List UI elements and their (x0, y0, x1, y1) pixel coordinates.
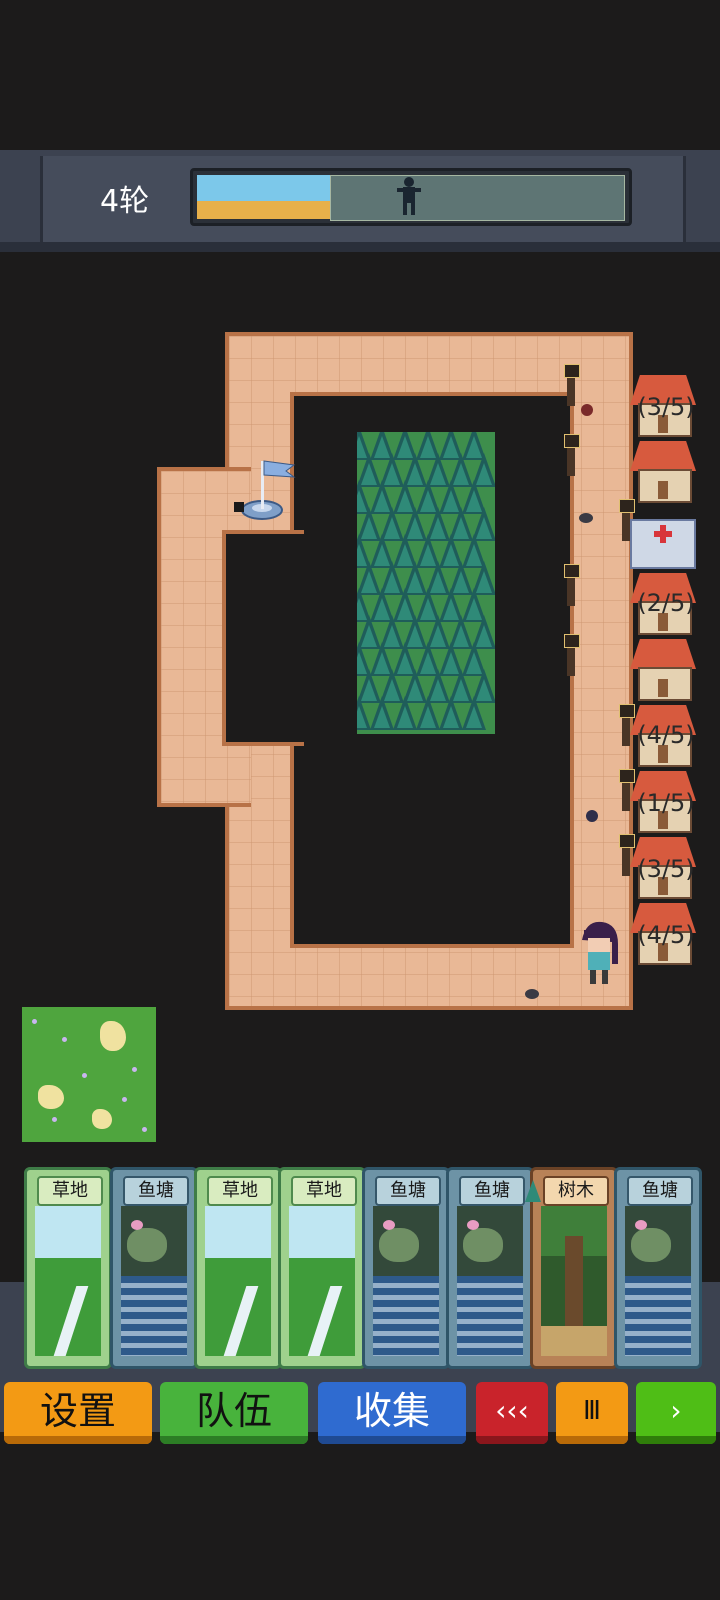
card-grassland[interactable]: 草地 (194, 1167, 282, 1369)
lamp-post-icon (564, 564, 580, 606)
lamp-post-icon (619, 704, 635, 746)
lamp-post-icon (619, 499, 635, 541)
flag-icon (241, 460, 296, 520)
card-title: 草地 (291, 1176, 357, 1206)
play-button[interactable]: › (636, 1382, 716, 1444)
pine-tree-icon (393, 696, 417, 730)
card-title: 鱼塘 (375, 1176, 441, 1206)
card-woods[interactable]: 树木 (525, 1167, 618, 1369)
card-art (289, 1206, 355, 1356)
progress-fill (197, 175, 330, 219)
round-counter: 4轮 (100, 184, 150, 219)
progress-remaining (330, 175, 625, 221)
lamp-post-icon (564, 634, 580, 676)
card-art (373, 1206, 439, 1356)
pine-tree-icon (439, 696, 463, 730)
player-character-icon (582, 921, 618, 984)
path-inner-notch (222, 530, 304, 746)
card-grassland[interactable]: 草地 (24, 1167, 112, 1369)
lamp-post-icon (564, 364, 580, 406)
house-counter: (1/5) (637, 789, 695, 817)
card-art (625, 1206, 691, 1356)
card-grassland[interactable]: 草地 (278, 1167, 366, 1369)
pause-icon: Ⅲ (583, 1396, 601, 1426)
card-fish-pond[interactable]: 鱼塘 (362, 1167, 450, 1369)
enemy-icon (581, 404, 593, 416)
play-icon: › (670, 1394, 682, 1427)
card-art (457, 1206, 523, 1356)
card-art (205, 1206, 271, 1356)
selected-grass-tile[interactable] (22, 1007, 156, 1142)
card-art (35, 1206, 101, 1356)
pine-tree-icon (357, 696, 371, 730)
settings-button[interactable]: 设置 (4, 1382, 152, 1444)
card-art (121, 1206, 187, 1356)
enemy-icon (579, 513, 593, 523)
pine-tree-icon (462, 696, 486, 730)
pause-button[interactable]: Ⅲ (556, 1382, 628, 1444)
town-strip: (3/5) (2/5) (4/5) (1/5) (3/5) (4/5) (630, 375, 698, 1005)
house-counter: (3/5) (637, 393, 695, 421)
team-button-label: 队伍 (195, 1389, 272, 1433)
house-counter: (2/5) (637, 589, 695, 617)
card-title: 草地 (207, 1176, 273, 1206)
progress-sky (197, 175, 330, 201)
card-fish-pond[interactable]: 鱼塘 (446, 1167, 534, 1369)
team-button[interactable]: 队伍 (160, 1382, 308, 1444)
settings-button-label: 设置 (39, 1389, 116, 1433)
collect-button-label: 收集 (353, 1389, 430, 1433)
enemy-icon (525, 989, 539, 999)
enemy-icon (234, 502, 244, 512)
card-art (541, 1206, 607, 1356)
lamp-post-icon (619, 769, 635, 811)
collect-button[interactable]: 收集 (318, 1382, 466, 1444)
house-icon (630, 441, 696, 503)
lamp-post-icon (619, 834, 635, 876)
hud-plate-edge (0, 242, 720, 252)
progress-sand (197, 201, 330, 219)
card-title: 鱼塘 (123, 1176, 189, 1206)
card-title: 鱼塘 (627, 1176, 693, 1206)
card-title: 草地 (37, 1176, 103, 1206)
house-counter: (4/5) (637, 721, 695, 749)
card-fish-pond[interactable]: 鱼塘 (614, 1167, 702, 1369)
rewind-icon: ‹‹‹ (495, 1394, 529, 1427)
enemy-icon (586, 810, 598, 822)
card-title: 树木 (543, 1176, 609, 1206)
rewind-button[interactable]: ‹‹‹ (476, 1382, 548, 1444)
forest-tile-block (357, 432, 495, 734)
card-fish-pond[interactable]: 鱼塘 (110, 1167, 198, 1369)
house-counter: (3/5) (637, 855, 695, 883)
house-counter: (4/5) (637, 921, 695, 949)
house-icon (630, 639, 696, 701)
pine-tree-icon (370, 696, 394, 730)
pine-tree-icon (416, 696, 440, 730)
card-hand: 草地 鱼塘 草地 草地 鱼塘 鱼塘 树木 鱼塘 (0, 1167, 720, 1369)
boss-silhouette-icon (397, 177, 421, 215)
hospital-icon (630, 507, 696, 569)
lamp-post-icon (564, 434, 580, 476)
card-title: 鱼塘 (459, 1176, 525, 1206)
